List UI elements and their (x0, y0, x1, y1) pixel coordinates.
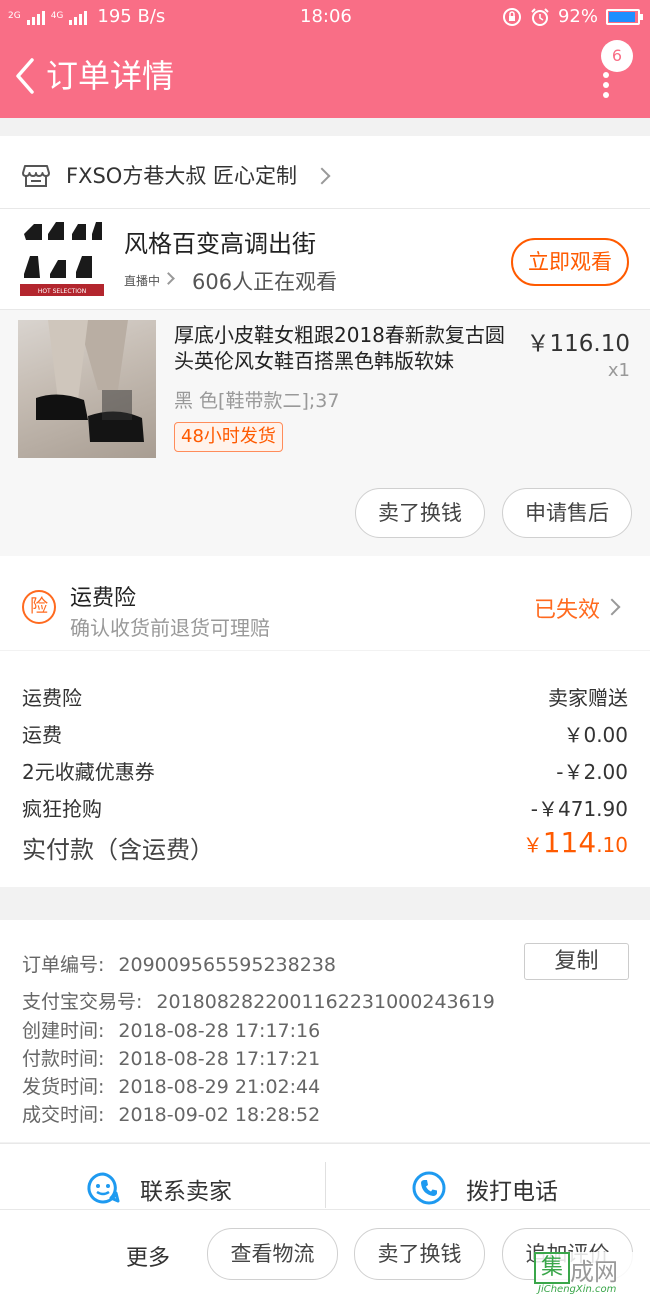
battery-icon (606, 8, 643, 25)
watermark-url: JiChengXin.com (538, 1284, 617, 1295)
live-thumbnail[interactable]: HOT SELECTION (20, 220, 104, 300)
product-title[interactable]: 厚底小皮鞋女粗跟2018春新款复古圆头英伦风女鞋百搭黑色韩版软妹 (174, 322, 514, 374)
total-label: 实付款（含运费） (22, 836, 214, 864)
paid-row: 付款时间: 2018-08-28 17:17:21 (22, 1044, 320, 1071)
chat-icon[interactable] (86, 1171, 120, 1205)
clock: 18:06 (300, 6, 352, 27)
fee-value-flash-sale: -￥471.90 (530, 797, 628, 821)
fee-label-flash-sale: 疯狂抢购 (22, 797, 102, 821)
alipay-row: 支付宝交易号: 2018082822001162231000243619 (22, 987, 495, 1014)
sell-for-cash-bottom-button[interactable]: 卖了换钱 (354, 1228, 485, 1280)
network-speed: 195 B/s (97, 6, 166, 27)
order-number: 209009565595238238 (118, 954, 336, 976)
header: 2G 4G 195 B/s 18:06 92% 订单详情 6 (0, 0, 650, 118)
shipped-row: 发货时间: 2018-08-29 21:02:44 (22, 1072, 320, 1099)
view-logistics-button[interactable]: 查看物流 (207, 1228, 338, 1280)
insurance-icon: 险 (22, 590, 56, 624)
contact-seller-button[interactable]: 联系卖家 (140, 1172, 232, 1206)
divider (0, 1209, 650, 1210)
alipay-number: 2018082822001162231000243619 (156, 991, 495, 1013)
product-sku: 黑 色[鞋带款二];37 (174, 390, 340, 412)
fee-label-coupon: 2元收藏优惠券 (22, 760, 155, 784)
shipped-label: 发货时间: (22, 1076, 105, 1098)
site-watermark: 集 成网 JiChengXin.com (534, 1252, 644, 1298)
total-decimal: .10 (596, 833, 628, 857)
live-title[interactable]: 风格百变高调出街 (124, 224, 316, 259)
fee-value-shipping: ￥0.00 (563, 723, 628, 747)
battery-level (609, 11, 635, 22)
product-price: ￥116.10 (526, 331, 630, 357)
product-quantity: x1 (607, 360, 630, 381)
watermark-logo: 集 (534, 1252, 570, 1284)
phone-icon[interactable] (412, 1171, 446, 1205)
total-integer: 114 (542, 826, 597, 859)
status-bar: 2G 4G 195 B/s 18:06 92% (0, 0, 650, 34)
more-actions-button[interactable]: 更多 (126, 1240, 170, 1272)
watermark-text: 成网 (570, 1258, 618, 1286)
live-viewers: 606人正在观看 (192, 270, 338, 294)
divider (325, 1162, 326, 1208)
insurance-status[interactable]: 已失效 (534, 592, 600, 624)
lock-rotation-icon (502, 7, 521, 26)
signal-icon (26, 9, 45, 25)
page-title: 订单详情 (46, 57, 175, 95)
more-options-icon[interactable] (594, 68, 618, 128)
network-type-4g: 4G (50, 11, 64, 21)
fee-value-insurance: 卖家赠送 (548, 686, 628, 710)
paid-label: 付款时间: (22, 1048, 105, 1070)
after-sale-button[interactable]: 申请售后 (502, 488, 632, 538)
shipping-tag: 48小时发货 (174, 422, 283, 452)
fee-label-insurance: 运费险 (22, 686, 82, 710)
nav-bar: 订单详情 (0, 34, 650, 118)
copy-button[interactable]: 复制 (524, 943, 629, 980)
insurance-title: 运费险 (70, 586, 137, 611)
order-number-row: 订单编号: 209009565595238238 (22, 950, 336, 977)
divider (0, 309, 650, 310)
alarm-icon (531, 7, 549, 26)
product-image[interactable] (18, 320, 156, 458)
order-number-label: 订单编号: (22, 954, 105, 976)
divider (0, 1143, 650, 1144)
back-arrow-icon[interactable] (12, 56, 38, 96)
sell-for-cash-button[interactable]: 卖了换钱 (355, 488, 485, 538)
shipped-time: 2018-08-29 21:02:44 (118, 1076, 321, 1098)
created-label: 创建时间: (22, 1020, 105, 1042)
shop-icon (22, 165, 50, 187)
call-phone-button[interactable]: 拨打电话 (466, 1172, 558, 1206)
network-type-2g: 2G (8, 11, 21, 21)
total-currency: ￥ (522, 833, 543, 857)
fee-label-shipping: 运费 (22, 723, 62, 747)
live-status-tag: 直播中 (124, 274, 161, 288)
watch-now-button[interactable]: 立即观看 (511, 238, 629, 286)
created-row: 创建时间: 2018-08-28 17:17:16 (22, 1016, 320, 1043)
created-time: 2018-08-28 17:17:16 (118, 1020, 321, 1042)
battery-percent: 92% (557, 6, 598, 27)
completed-time: 2018-09-02 18:28:52 (118, 1104, 321, 1126)
completed-row: 成交时间: 2018-09-02 18:28:52 (22, 1100, 320, 1127)
divider (0, 208, 650, 209)
svg-text:HOT SELECTION: HOT SELECTION (38, 288, 86, 295)
alipay-label: 支付宝交易号: (22, 991, 143, 1013)
signal-icon-2 (69, 9, 88, 25)
message-count-badge[interactable]: 6 (601, 40, 633, 72)
shop-name[interactable]: FXSO方巷大叔 匠心定制 (66, 160, 297, 192)
fee-value-coupon: -￥2.00 (556, 760, 628, 784)
completed-label: 成交时间: (22, 1104, 105, 1126)
total-amount: ￥114.10 (523, 826, 628, 859)
insurance-subtitle: 确认收货前退货可理赔 (70, 616, 270, 640)
paid-time: 2018-08-28 17:17:21 (118, 1048, 321, 1070)
